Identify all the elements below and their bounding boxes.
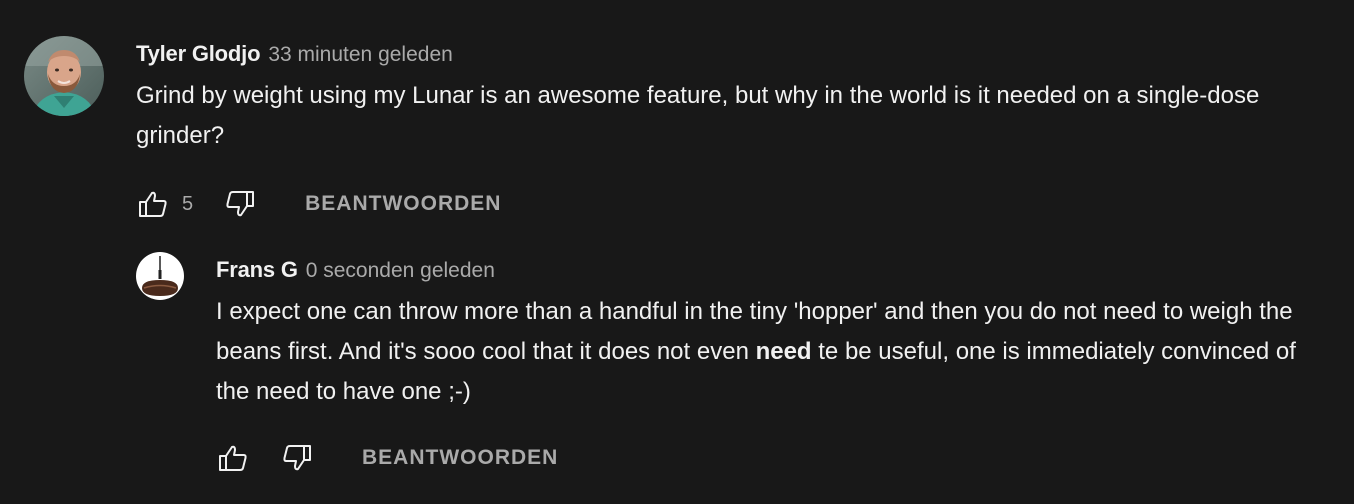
comment-header: Tyler Glodjo 33 minuten geleden (136, 36, 1316, 72)
thumbs-up-icon (219, 445, 247, 471)
like-button[interactable] (216, 441, 250, 475)
comment-text: Grind by weight using my Lunar is an awe… (136, 82, 1260, 149)
comment-actions: 5 BEANTWOORDEN (136, 184, 1316, 224)
comment-text-bold: need (755, 338, 812, 365)
reply-comment: Frans G 0 seconden geleden I expect one … (136, 252, 1336, 478)
reply-button[interactable]: BEANTWOORDEN (362, 446, 558, 470)
timestamp[interactable]: 0 seconden geleden (306, 253, 495, 289)
comment-text: I expect one can throw more than a handf… (216, 292, 1326, 412)
like-button[interactable] (136, 187, 170, 221)
comment-body: Frans G 0 seconden geleden I expect one … (216, 252, 1326, 478)
avatar-image (136, 252, 184, 300)
like-count: 5 (182, 192, 194, 215)
thumbs-up-icon (139, 191, 167, 217)
reply-button[interactable]: BEANTWOORDEN (305, 192, 501, 216)
avatar[interactable] (136, 252, 184, 300)
comment-body: Tyler Glodjo 33 minuten geleden Grind by… (136, 36, 1316, 224)
dislike-button[interactable] (280, 441, 314, 475)
comment-header: Frans G 0 seconden geleden (216, 252, 1326, 288)
avatar-photo (24, 36, 104, 116)
author-name[interactable]: Tyler Glodjo (136, 36, 261, 72)
comment-actions: BEANTWOORDEN (216, 438, 1326, 478)
thumbs-down-icon (283, 445, 311, 471)
comment: Tyler Glodjo 33 minuten geleden Grind by… (24, 36, 1324, 224)
avatar[interactable] (24, 36, 104, 116)
dislike-button[interactable] (223, 187, 257, 221)
author-name[interactable]: Frans G (216, 252, 298, 288)
timestamp[interactable]: 33 minuten geleden (268, 37, 452, 73)
thumbs-down-icon (226, 191, 255, 217)
